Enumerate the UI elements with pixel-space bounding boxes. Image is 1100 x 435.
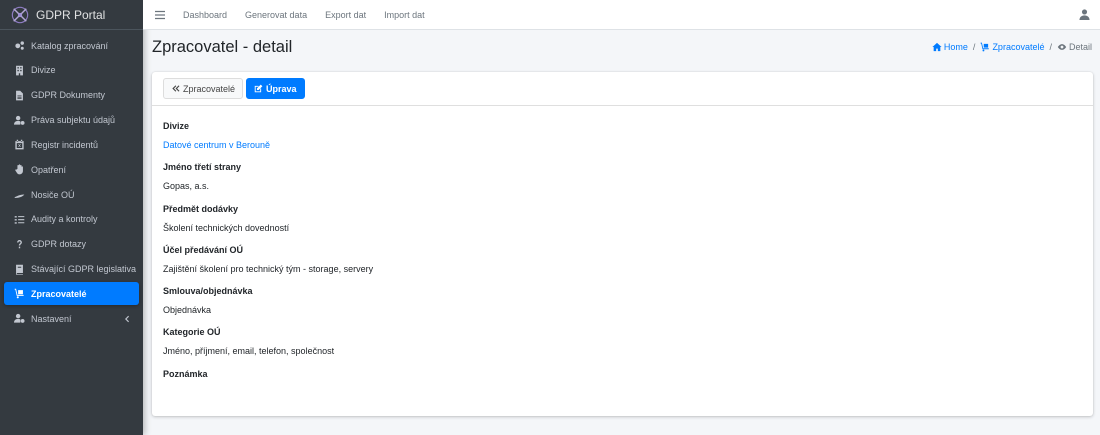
nav-link-import-dat[interactable]: Import dat	[384, 10, 425, 20]
detail-card: Zpracovatelé Úprava Divize Datové centru…	[152, 72, 1093, 416]
calendar-times-icon	[13, 139, 25, 151]
sidebar-item-zpracovatele[interactable]: Zpracovatelé	[4, 282, 139, 306]
field-label: Divize	[163, 121, 190, 131]
field-smlouva: Smlouva/objednávka Objednávka	[163, 286, 1082, 327]
card-body: Divize Datové centrum v Berouně Jméno tř…	[152, 106, 1093, 410]
field-value: Gopas, a.s.	[163, 181, 210, 192]
sidebar-item-registr[interactable]: Registr incidentů	[4, 133, 139, 156]
breadcrumb: Home / Zpracovatelé / Detail	[932, 42, 1092, 52]
back-button-label: Zpracovatelé	[183, 83, 236, 94]
breadcrumb-current-label: Detail	[1068, 42, 1092, 52]
field-jmeno-treti-strany: Jméno třetí strany Gopas, a.s.	[163, 162, 1082, 203]
sidebar-item-nastaveni[interactable]: Nastavení	[4, 307, 139, 330]
nav-link-dashboard[interactable]: Dashboard	[183, 10, 227, 20]
breadcrumb-home-label: Home	[943, 42, 968, 52]
edit-button-label: Úprava	[266, 83, 297, 94]
sidebar-item-label: Nosiče OÚ	[31, 189, 75, 200]
user-cog-icon	[13, 313, 25, 325]
user-icon[interactable]	[1079, 9, 1090, 20]
field-poznamka: Poznámka	[163, 369, 1082, 410]
field-divize: Divize Datové centrum v Berouně	[163, 121, 1082, 162]
feather-icon	[13, 189, 25, 201]
sidebar-item-label: Divize	[31, 65, 56, 76]
field-label: Účel předávání OÚ	[163, 244, 244, 255]
sidebar-item-legislativa[interactable]: Stávající GDPR legislativa	[4, 258, 139, 281]
sidebar-item-opatreni[interactable]: Opatření	[4, 158, 139, 181]
nav-link-generovat-data[interactable]: Generovat data	[245, 10, 307, 20]
book-icon	[13, 263, 25, 275]
field-label: Jméno třetí strany	[163, 162, 242, 173]
tasks-icon	[13, 213, 25, 225]
breadcrumb-parent-label: Zpracovatelé	[992, 42, 1045, 52]
brand-title: GDPR Portal	[36, 7, 106, 22]
field-predmet-dodavky: Předmět dodávky Školení technických dove…	[163, 204, 1082, 245]
sidebar-item-label: Audity a kontroly	[31, 214, 98, 225]
edit-button[interactable]: Úprava	[246, 78, 305, 99]
field-label: Poznámka	[163, 368, 208, 379]
field-label: Kategorie OÚ	[163, 327, 221, 338]
field-value: Jméno, příjmení, email, telefon, společn…	[163, 346, 335, 357]
sidebar-item-label: Opatření	[31, 164, 67, 175]
card-header: Zpracovatelé Úprava	[152, 72, 1093, 106]
sidebar-item-label: Nastavení	[31, 313, 72, 324]
page-title: Zpracovatel - detail	[152, 38, 293, 56]
dolly-icon	[13, 288, 25, 300]
hand-icon	[13, 164, 25, 176]
sidebar-item-label: Registr incidentů	[31, 139, 99, 150]
field-value: Objednávka	[163, 305, 212, 316]
field-ucel-predavani: Účel předávání OÚ Zajištění školení pro …	[163, 245, 1082, 286]
user-cog-icon	[13, 114, 25, 126]
angle-double-left-icon	[172, 85, 180, 92]
gdpr-logo-icon	[11, 6, 29, 23]
top-navbar: Dashboard Generovat data Export dat Impo…	[143, 0, 1100, 30]
field-value: Školení technických dovedností	[163, 222, 290, 233]
field-value-link[interactable]: Datové centrum v Berouně	[163, 140, 1082, 150]
field-kategorie: Kategorie OÚ Jméno, příjmení, email, tel…	[163, 327, 1082, 368]
breadcrumb-separator: /	[1049, 42, 1052, 52]
sidebar-item-divize[interactable]: Divize	[4, 59, 139, 82]
brand[interactable]: GDPR Portal	[0, 0, 143, 30]
field-label: Smlouva/objednávka	[163, 286, 253, 297]
field-label: Předmět dodávky	[163, 203, 239, 214]
sidebar-item-label: Práva subjektu údajů	[31, 115, 116, 126]
sidebar-item-nosice[interactable]: Nosiče OÚ	[4, 183, 139, 206]
question-icon	[13, 238, 25, 250]
eye-icon	[1057, 44, 1067, 50]
sidebar-item-prava[interactable]: Práva subjektu údajů	[4, 109, 139, 132]
breadcrumb-home[interactable]: Home	[932, 42, 968, 52]
sidebar-item-audity[interactable]: Audity a kontroly	[4, 208, 139, 231]
sidebar-item-dotazy[interactable]: GDPR dotazy	[4, 233, 139, 256]
breadcrumb-zpracovatele[interactable]: Zpracovatelé	[980, 42, 1044, 52]
field-value: Zajištění školení pro technický tým - st…	[163, 263, 374, 274]
dolly-icon	[981, 42, 990, 52]
sidebar-item-label: Stávající GDPR legislativa	[31, 264, 137, 275]
breadcrumb-separator: /	[972, 42, 976, 52]
sidebar-item-katalog[interactable]: Katalog zpracování	[4, 34, 139, 57]
cogs-icon	[13, 40, 25, 52]
breadcrumb-current: Detail	[1057, 42, 1092, 52]
nav-link-export-dat[interactable]: Export dat	[325, 10, 366, 20]
edit-icon	[254, 84, 263, 93]
home-icon	[932, 42, 942, 52]
chevron-left-icon	[123, 315, 131, 323]
sidebar-item-label: Zpracovatelé	[31, 288, 87, 299]
hamburger-menu-icon[interactable]	[155, 9, 167, 21]
back-to-list-button[interactable]: Zpracovatelé	[163, 78, 244, 99]
sidebar-item-label: Katalog zpracování	[31, 40, 109, 51]
building-icon	[13, 64, 25, 76]
sidebar-item-label: GDPR dotazy	[31, 239, 87, 250]
sidebar-item-dokumenty[interactable]: GDPR Dokumenty	[4, 84, 139, 107]
sidebar: GDPR Portal Katalog zpracování Divize GD…	[0, 0, 143, 435]
file-icon	[13, 89, 25, 101]
sidebar-nav: Katalog zpracování Divize GDPR Dokumenty…	[0, 30, 143, 330]
sidebar-item-label: GDPR Dokumenty	[31, 90, 106, 101]
